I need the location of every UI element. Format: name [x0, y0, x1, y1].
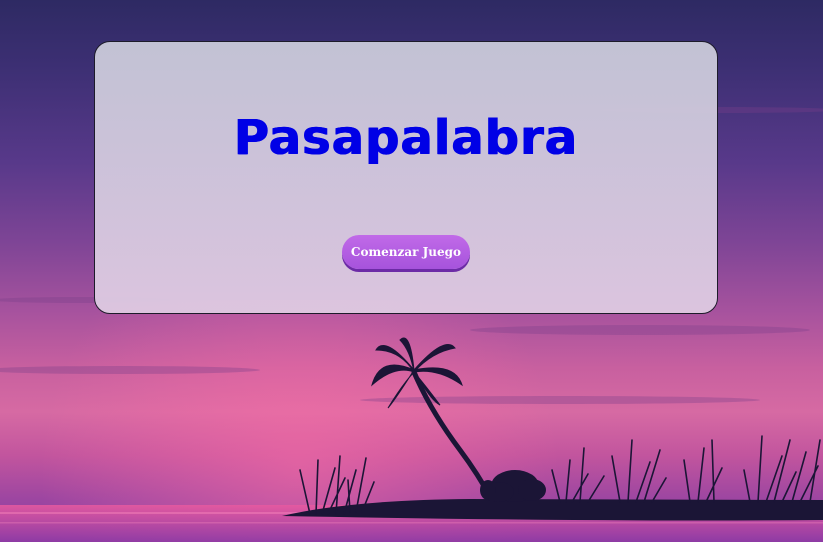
game-title: Pasapalabra	[233, 110, 579, 166]
start-game-button[interactable]: Comenzar Juego	[342, 235, 470, 269]
game-card	[94, 41, 718, 314]
